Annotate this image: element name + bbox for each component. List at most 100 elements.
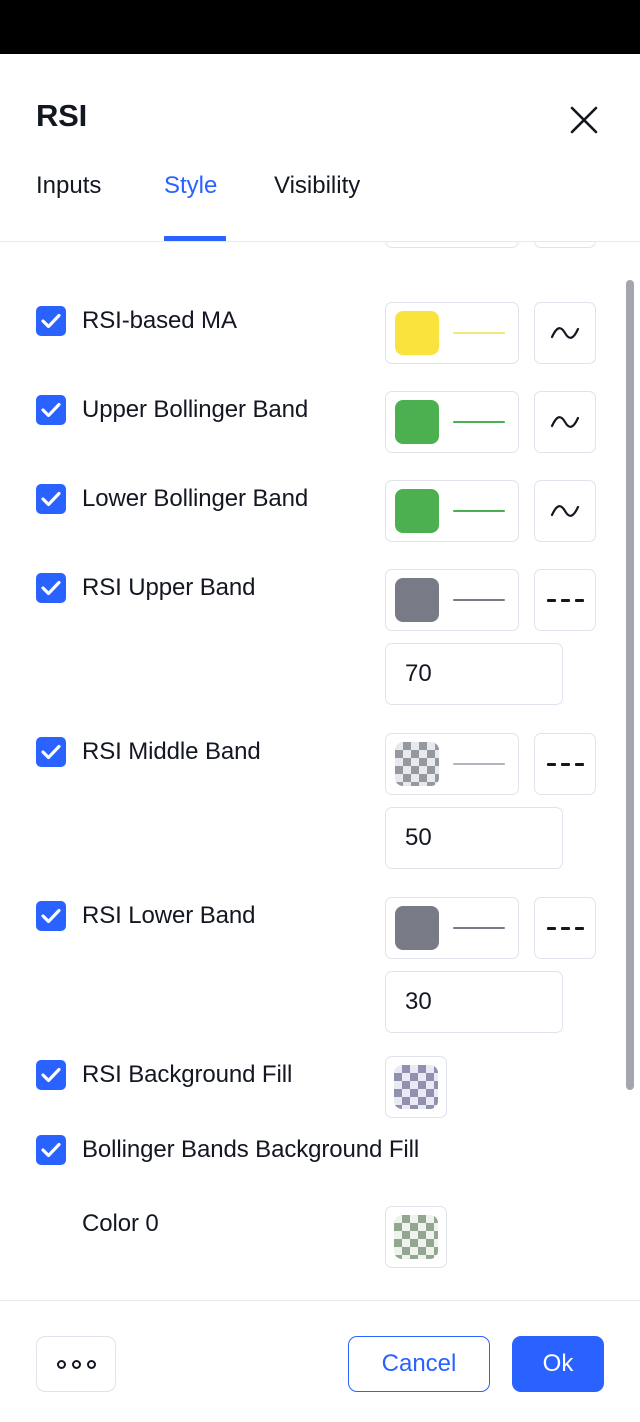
row-rsi-based-ma: RSI-based MA (0, 279, 640, 368)
tab-visibility-label: Visibility (274, 172, 361, 199)
row-rsi-middle-band-label: RSI Middle Band (82, 738, 261, 765)
tab-visibility[interactable]: Visibility (274, 162, 360, 242)
check-icon (41, 313, 61, 329)
line-style-picker-rsi-middle-band[interactable] (534, 733, 596, 795)
row-rsi-background-fill-label: RSI Background Fill (82, 1061, 293, 1088)
row-lower-bollinger-band: Lower Bollinger Band (0, 457, 640, 546)
scrollbar-track[interactable] (626, 242, 634, 1296)
value-input-rsi-middle-band[interactable]: 50 (385, 807, 563, 869)
row-rsi-upper-band-label: RSI Upper Band (82, 574, 256, 601)
row-lower-bollinger-band-label: Lower Bollinger Band (82, 485, 309, 512)
row-rsi-lower-band: RSI Lower Band 30 (0, 874, 640, 1038)
color-picker-rsi-middle-band[interactable] (385, 733, 519, 795)
more-options-button[interactable] (36, 1336, 116, 1392)
row-clipped-top (0, 242, 640, 279)
row-rsi-background-fill: RSI Background Fill (0, 1038, 640, 1118)
line-preview (453, 421, 505, 423)
line-preview (453, 599, 505, 601)
row-lower-bollinger-band-left[interactable]: Lower Bollinger Band (36, 484, 308, 514)
color-picker-rsi-upper-band[interactable] (385, 569, 519, 631)
line-style-picker-lower-bollinger-band[interactable] (534, 480, 596, 542)
dashed-icon (546, 762, 584, 766)
color-picker-rsi-based-ma[interactable] (385, 302, 519, 364)
line-style-picker-upper-bollinger-band[interactable] (534, 391, 596, 453)
color-picker-rsi-lower-band[interactable] (385, 897, 519, 959)
row-color-0-label: Color 0 (82, 1210, 159, 1237)
line-preview (453, 332, 505, 334)
wave-icon (550, 327, 580, 339)
line-preview (453, 763, 505, 765)
check-icon (41, 580, 61, 596)
value-input-rsi-lower-band[interactable]: 30 (385, 971, 563, 1033)
close-icon[interactable] (562, 98, 606, 142)
checkbox-rsi-middle-band[interactable] (36, 737, 66, 767)
dashed-icon (546, 926, 584, 930)
style-options-list: RSI-based MA Upper Bollinger Band Lower … (0, 242, 640, 1296)
checkbox-rsi-background-fill[interactable] (36, 1060, 66, 1090)
line-preview (453, 510, 505, 512)
row-color-0-left: Color 0 (36, 1210, 159, 1238)
tab-inputs-label: Inputs (36, 172, 102, 199)
color-swatch (395, 906, 439, 950)
line-style-picker-rsi-upper-band[interactable] (534, 569, 596, 631)
color-picker-clipped-top[interactable] (385, 242, 519, 248)
line-preview (453, 927, 505, 929)
check-icon (41, 491, 61, 507)
row-upper-bollinger-band: Upper Bollinger Band (0, 368, 640, 457)
checkbox-rsi-based-ma[interactable] (36, 306, 66, 336)
row-upper-bollinger-band-label: Upper Bollinger Band (82, 396, 309, 423)
rsi-settings-dialog: RSI Inputs Style Visibility RSI-based MA… (0, 0, 640, 1422)
wave-icon (550, 416, 580, 428)
dashed-icon (546, 598, 584, 602)
tab-style[interactable]: Style (164, 162, 217, 242)
check-icon (41, 908, 61, 924)
row-rsi-based-ma-label: RSI-based MA (82, 307, 237, 334)
dialog-header: RSI (0, 54, 640, 162)
row-rsi-background-fill-left[interactable]: RSI Background Fill (36, 1060, 292, 1090)
row-color-0: Color 0 (0, 1188, 640, 1270)
value-input-rsi-upper-band[interactable]: 70 (385, 643, 563, 705)
tab-inputs[interactable]: Inputs (36, 162, 101, 242)
color-swatch-transparent (394, 1215, 438, 1259)
check-icon (41, 1142, 61, 1158)
checkbox-lower-bollinger-band[interactable] (36, 484, 66, 514)
row-bollinger-bands-background-fill: Bollinger Bands Background Fill (0, 1113, 640, 1188)
row-bollinger-bands-background-fill-left[interactable]: Bollinger Bands Background Fill (36, 1135, 419, 1165)
checkbox-rsi-lower-band[interactable] (36, 901, 66, 931)
row-bollinger-bands-background-fill-label: Bollinger Bands Background Fill (82, 1136, 420, 1163)
checkbox-rsi-upper-band[interactable] (36, 573, 66, 603)
tab-bar: Inputs Style Visibility (0, 162, 640, 242)
fill-color-picker-color-0[interactable] (385, 1206, 447, 1268)
line-style-picker-clipped-top[interactable] (534, 242, 596, 248)
line-style-picker-rsi-based-ma[interactable] (534, 302, 596, 364)
color-swatch-transparent (394, 1065, 438, 1109)
fill-color-picker-rsi-background[interactable] (385, 1056, 447, 1118)
ellipsis-icon (56, 1359, 96, 1369)
cancel-button[interactable]: Cancel (348, 1336, 490, 1392)
row-rsi-upper-band-left[interactable]: RSI Upper Band (36, 573, 255, 603)
ok-button[interactable]: Ok (512, 1336, 604, 1392)
checkbox-upper-bollinger-band[interactable] (36, 395, 66, 425)
row-rsi-lower-band-label: RSI Lower Band (82, 902, 256, 929)
status-bar (0, 0, 640, 54)
line-style-picker-rsi-lower-band[interactable] (534, 897, 596, 959)
row-rsi-middle-band: RSI Middle Band 50 (0, 710, 640, 874)
row-rsi-middle-band-left[interactable]: RSI Middle Band (36, 737, 261, 767)
check-icon (41, 1067, 61, 1083)
color-picker-lower-bollinger-band[interactable] (385, 480, 519, 542)
check-icon (41, 402, 61, 418)
row-rsi-upper-band: RSI Upper Band 70 (0, 546, 640, 710)
checkbox-bollinger-bands-background-fill[interactable] (36, 1135, 66, 1165)
row-rsi-based-ma-left[interactable]: RSI-based MA (36, 306, 237, 336)
row-rsi-lower-band-left[interactable]: RSI Lower Band (36, 901, 255, 931)
style-rows: RSI-based MA Upper Bollinger Band Lower … (0, 242, 640, 1270)
wave-icon (550, 505, 580, 517)
page-title: RSI (36, 98, 88, 133)
color-picker-upper-bollinger-band[interactable] (385, 391, 519, 453)
tab-style-label: Style (164, 172, 218, 199)
check-icon (41, 744, 61, 760)
color-swatch (395, 311, 439, 355)
scrollbar-thumb[interactable] (626, 280, 634, 1090)
row-upper-bollinger-band-left[interactable]: Upper Bollinger Band (36, 395, 308, 425)
color-swatch (395, 400, 439, 444)
